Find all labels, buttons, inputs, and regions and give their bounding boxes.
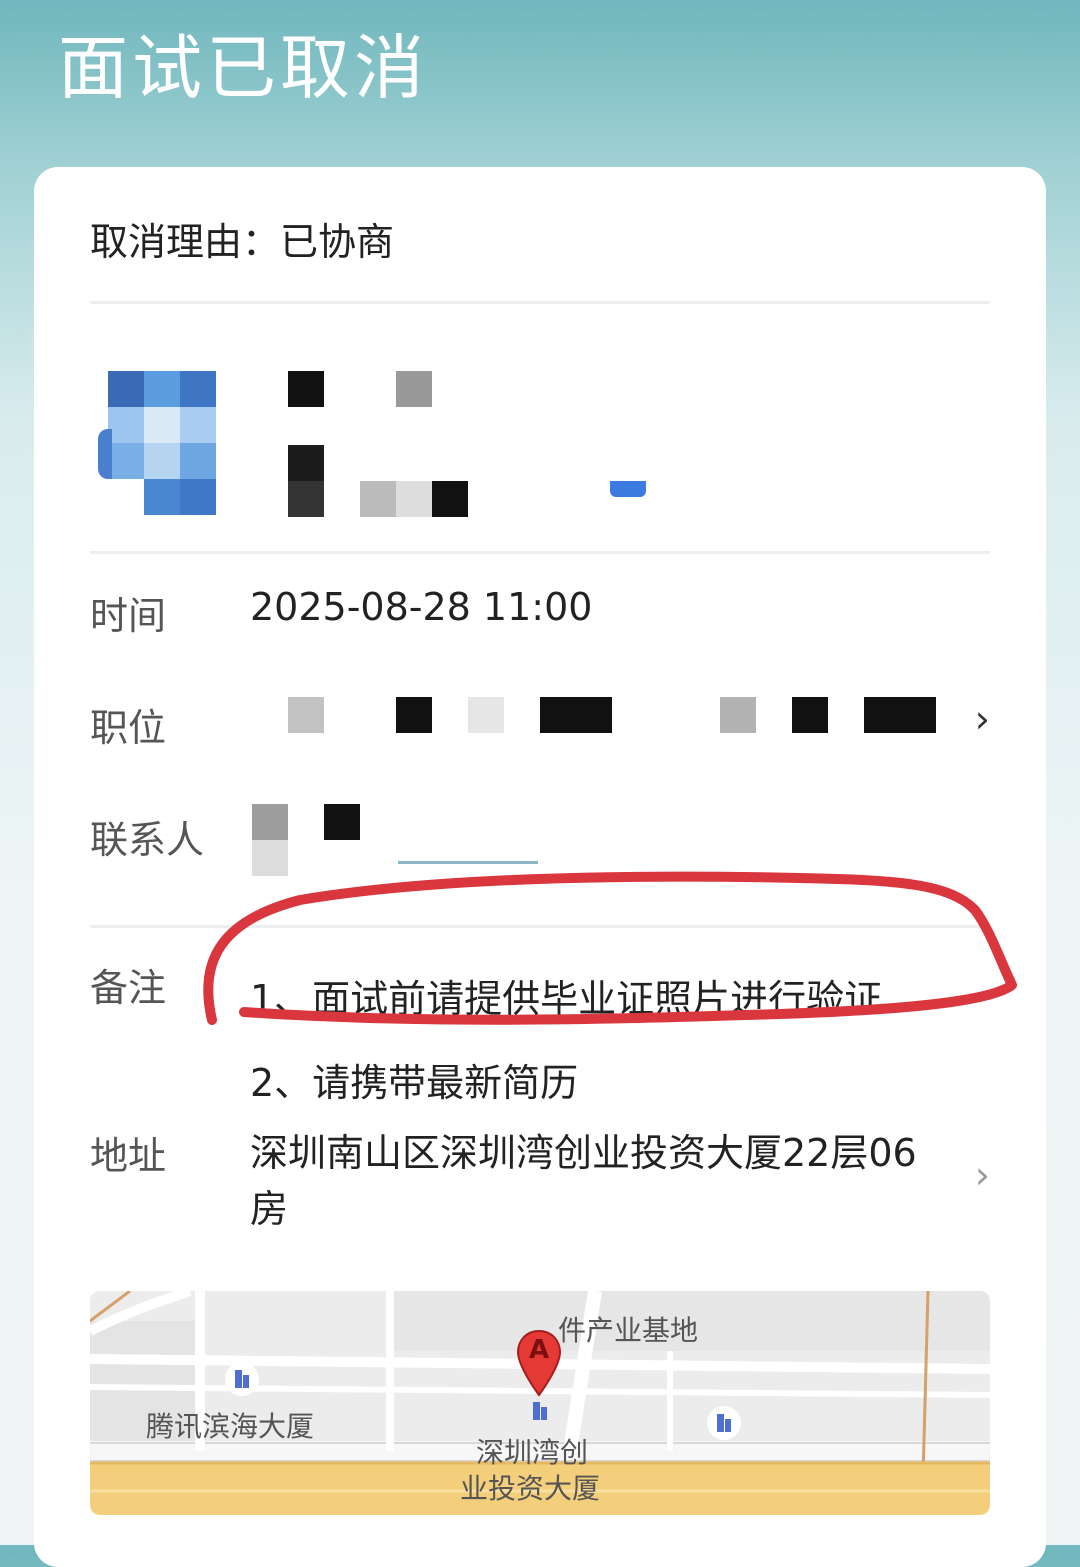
time-label: 时间 (90, 594, 167, 638)
time-value: 2025-08-28 11:00 (250, 585, 593, 629)
chevron-right-icon: › (974, 697, 990, 741)
remarks-list: 1、面试前请提供毕业证照片进行验证 2、请携带最新简历 (250, 957, 882, 1125)
divider (90, 301, 990, 304)
remark-item: 1、面试前请提供毕业证照片进行验证 (250, 977, 883, 1021)
map-label-base: 件产业基地 (558, 1314, 699, 1347)
map-label-target: 深圳湾创 (476, 1436, 589, 1469)
map-label-tencent: 腾讯滨海大厦 (146, 1410, 315, 1443)
contact-label: 联系人 (90, 818, 205, 862)
remark-item: 2、请携带最新简历 (250, 1061, 579, 1105)
building-icon (225, 1362, 259, 1396)
address-value: 深圳南山区深圳湾创业投资大厦22层06房 (250, 1131, 917, 1231)
position-label: 职位 (90, 706, 167, 750)
address-label: 地址 (90, 1134, 167, 1178)
page-title: 面试已取消 (58, 27, 428, 109)
remarks-label: 备注 (90, 966, 167, 1010)
company-avatar[interactable] (90, 363, 218, 515)
divider (90, 925, 990, 928)
map-pin-letter: A (528, 1335, 550, 1365)
cancel-reason: 取消理由：已协商 (90, 220, 395, 264)
location-map[interactable]: 件产业基地 腾讯滨海大厦 深圳湾创 业投资大厦 A (90, 1291, 990, 1515)
building-icon (707, 1406, 741, 1440)
chevron-right-icon: › (974, 1153, 990, 1197)
interview-card: 取消理由：已协商 时间 2025-08-28 11:00 职位 › 联系人 备注… (34, 167, 1046, 1567)
divider (90, 551, 990, 554)
map-label-target: 业投资大厦 (460, 1472, 601, 1505)
